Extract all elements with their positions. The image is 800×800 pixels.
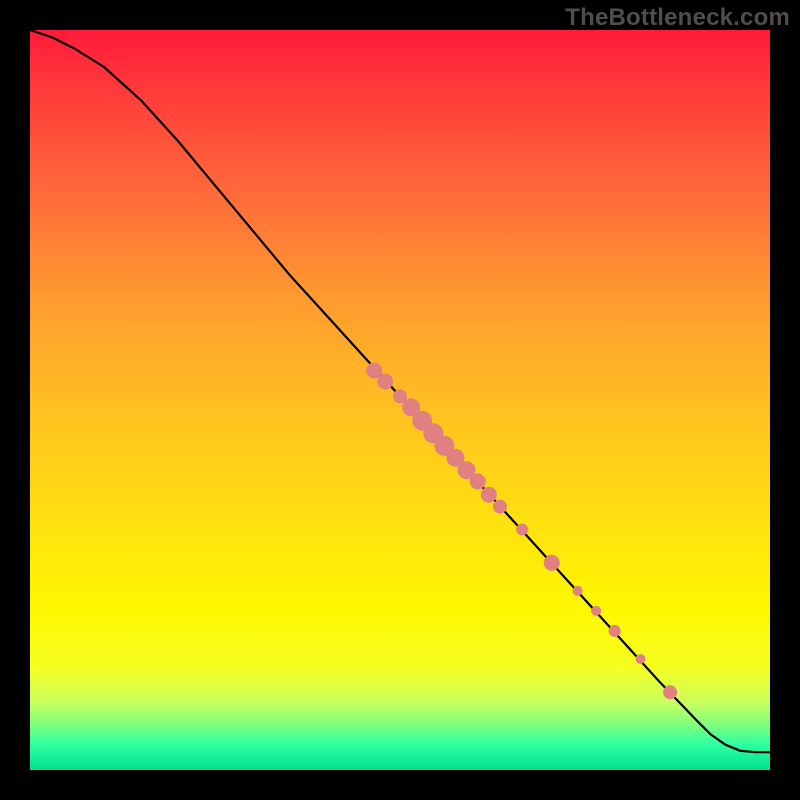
- plot-area: [30, 30, 770, 770]
- data-point: [609, 625, 621, 637]
- data-point: [493, 500, 507, 514]
- watermark-label: TheBottleneck.com: [565, 4, 790, 32]
- stage: TheBottleneck.com: [0, 0, 800, 800]
- data-point: [481, 487, 497, 503]
- data-point: [377, 374, 393, 390]
- data-point: [470, 473, 486, 489]
- data-point: [544, 555, 560, 571]
- data-point: [663, 685, 677, 699]
- data-point: [573, 586, 583, 596]
- data-point: [591, 606, 601, 616]
- data-point: [636, 654, 646, 664]
- data-point: [516, 524, 528, 536]
- chart-svg: [30, 30, 770, 770]
